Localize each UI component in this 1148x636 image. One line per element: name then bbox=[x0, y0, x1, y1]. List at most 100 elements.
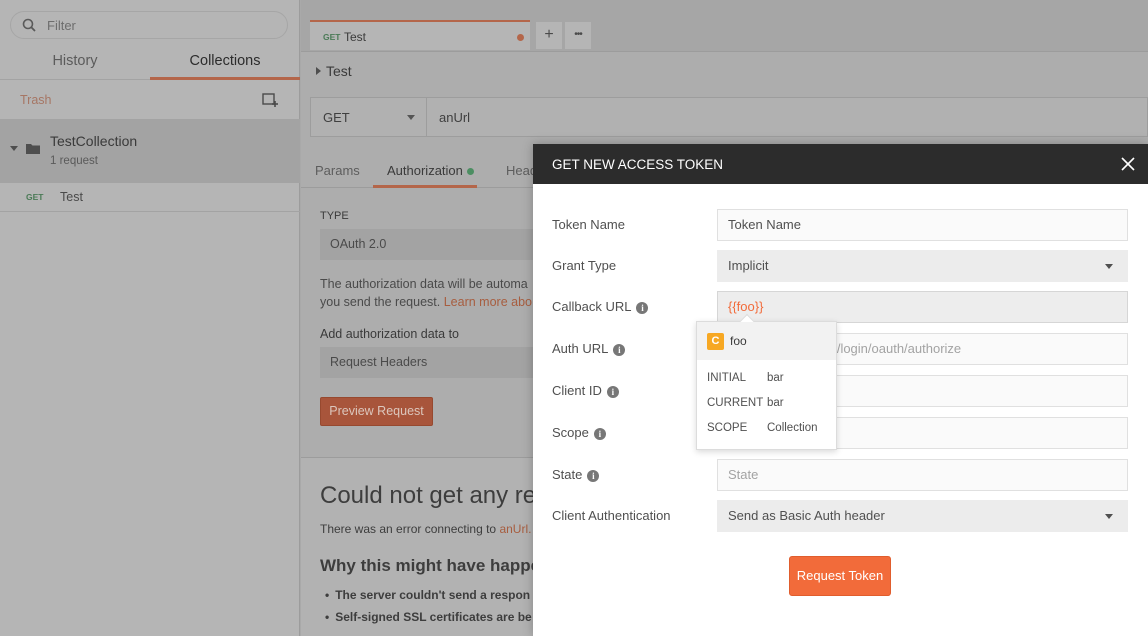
state-label: State i bbox=[552, 467, 600, 482]
variable-token[interactable]: {{foo}} bbox=[728, 299, 763, 314]
add-to-value: Request Headers bbox=[330, 355, 428, 369]
popover-row-current: CURRENT bar bbox=[707, 397, 784, 409]
auth-description-line1: The authorization data will be automa bbox=[320, 277, 528, 291]
collapse-caret-icon[interactable] bbox=[10, 146, 18, 151]
sidebar-tabs: History Collections bbox=[0, 46, 300, 80]
collection-name: TestCollection bbox=[50, 133, 138, 149]
request-tab[interactable]: GET Test bbox=[310, 20, 530, 50]
variable-name: foo bbox=[730, 334, 747, 348]
type-label: TYPE bbox=[320, 210, 349, 222]
expand-triangle-icon bbox=[316, 67, 321, 75]
preview-request-button[interactable]: Preview Request bbox=[320, 397, 433, 426]
tab-name: Test bbox=[344, 30, 367, 44]
sidebar-request-item[interactable]: GET Test bbox=[0, 183, 300, 212]
filter-input[interactable] bbox=[47, 16, 267, 34]
new-tab-button[interactable]: + bbox=[536, 22, 562, 49]
token-name-input[interactable]: Token Name bbox=[717, 209, 1128, 241]
collection-variable-badge: C bbox=[707, 333, 724, 350]
client-id-label-text: Client ID bbox=[552, 383, 602, 398]
collection-request-count: 1 request bbox=[50, 155, 98, 167]
tab-collections[interactable]: Collections bbox=[150, 46, 300, 80]
state-label-text: State bbox=[552, 467, 583, 482]
popover-header: C foo bbox=[697, 322, 836, 360]
info-icon[interactable]: i bbox=[636, 302, 649, 314]
tab-params[interactable]: Params bbox=[315, 163, 360, 178]
scope-label-text: Scope bbox=[552, 425, 589, 440]
tab-method: GET bbox=[323, 32, 341, 42]
popover-row-value: bar bbox=[767, 397, 784, 409]
response-error-text: There was an error connecting to anUrl. bbox=[320, 522, 531, 536]
request-name: Test bbox=[60, 190, 83, 204]
list-item: Self-signed SSL certificates are be bbox=[325, 610, 532, 624]
trash-link[interactable]: Trash bbox=[20, 93, 52, 107]
list-item: The server couldn't send a respon bbox=[325, 588, 532, 602]
learn-more-link[interactable]: Learn more abo bbox=[444, 295, 532, 309]
reasons-list: The server couldn't send a respon Self-s… bbox=[325, 588, 532, 632]
client-authentication-value: Send as Basic Auth header bbox=[728, 508, 885, 523]
auth-url-label-text: Auth URL bbox=[552, 341, 609, 356]
chevron-down-icon bbox=[407, 115, 415, 120]
info-icon[interactable]: i bbox=[606, 386, 619, 398]
popover-row-value: bar bbox=[767, 372, 784, 384]
grant-type-select[interactable]: Implicit bbox=[717, 250, 1128, 282]
sidebar: History Collections Trash TestCollection… bbox=[0, 0, 300, 636]
popover-row-initial: INITIAL bar bbox=[707, 372, 784, 384]
info-icon[interactable]: i bbox=[587, 470, 600, 482]
breadcrumb-title: Test bbox=[326, 63, 352, 79]
popover-row-key: SCOPE bbox=[707, 422, 748, 434]
client-authentication-select[interactable]: Send as Basic Auth header bbox=[717, 500, 1128, 532]
method-value: GET bbox=[323, 110, 350, 125]
client-authentication-label: Client Authentication bbox=[552, 508, 671, 523]
client-id-label: Client ID i bbox=[552, 383, 619, 398]
chevron-down-icon bbox=[1105, 264, 1113, 269]
add-to-label: Add authorization data to bbox=[320, 327, 459, 341]
auth-description-line2: you send the request. bbox=[320, 295, 441, 309]
popover-row-value: Collection bbox=[767, 422, 818, 434]
breadcrumb[interactable]: Test bbox=[301, 53, 1148, 89]
token-name-label: Token Name bbox=[552, 217, 625, 232]
auth-type-value: OAuth 2.0 bbox=[330, 237, 387, 251]
close-icon[interactable] bbox=[1120, 156, 1136, 172]
unsaved-dot-icon bbox=[517, 34, 524, 41]
trash-row: Trash bbox=[0, 81, 300, 119]
state-input[interactable]: State bbox=[717, 459, 1128, 491]
why-heading: Why this might have happe bbox=[320, 556, 541, 575]
add-to-select[interactable]: Request Headers bbox=[320, 347, 535, 378]
variable-popover: C foo INITIAL bar CURRENT bar SCOPE Collect… bbox=[696, 313, 837, 450]
callback-url-label-text: Callback URL bbox=[552, 299, 632, 314]
auth-description: The authorization data will be automa yo… bbox=[320, 275, 535, 311]
folder-icon bbox=[26, 144, 40, 154]
grant-type-label: Grant Type bbox=[552, 258, 617, 273]
callback-url-label: Callback URL i bbox=[552, 299, 649, 314]
popover-row-key: INITIAL bbox=[707, 372, 746, 384]
filter-box[interactable] bbox=[10, 11, 288, 39]
request-token-button[interactable]: Request Token bbox=[789, 556, 891, 596]
auth-url-label: Auth URL i bbox=[552, 341, 626, 356]
status-dot-icon bbox=[466, 168, 474, 176]
url-input[interactable]: anUrl bbox=[426, 97, 1148, 137]
callback-url-input[interactable]: {{foo}} bbox=[717, 291, 1128, 323]
auth-type-select[interactable]: OAuth 2.0 bbox=[320, 229, 535, 260]
tab-options-button[interactable]: ••• bbox=[565, 22, 591, 49]
error-prefix: There was an error connecting to bbox=[320, 522, 497, 536]
popover-row-key: CURRENT bbox=[707, 397, 764, 409]
new-collection-icon[interactable] bbox=[262, 92, 279, 108]
url-value: anUrl bbox=[439, 110, 471, 125]
active-tab-indicator bbox=[373, 185, 477, 188]
method-select[interactable]: GET bbox=[310, 97, 427, 137]
get-access-token-modal: GET NEW ACCESS TOKEN Token Name Token Na… bbox=[533, 144, 1148, 636]
tab-history[interactable]: History bbox=[0, 46, 150, 80]
tab-authorization-label: Authorization bbox=[387, 163, 463, 178]
collection-item[interactable]: TestCollection 1 request bbox=[0, 119, 300, 183]
grant-type-value: Implicit bbox=[728, 258, 769, 273]
info-icon[interactable]: i bbox=[593, 428, 606, 440]
info-icon[interactable]: i bbox=[613, 344, 626, 356]
scope-label: Scope i bbox=[552, 425, 606, 440]
search-icon bbox=[22, 18, 36, 32]
request-tabbar: GET Test + ••• bbox=[301, 0, 1148, 52]
error-url-link[interactable]: anUrl. bbox=[499, 522, 531, 536]
response-error-title: Could not get any re bbox=[320, 482, 537, 509]
tab-authorization[interactable]: Authorization bbox=[387, 163, 474, 178]
modal-title: GET NEW ACCESS TOKEN bbox=[552, 157, 724, 172]
request-method-badge: GET bbox=[26, 192, 44, 202]
